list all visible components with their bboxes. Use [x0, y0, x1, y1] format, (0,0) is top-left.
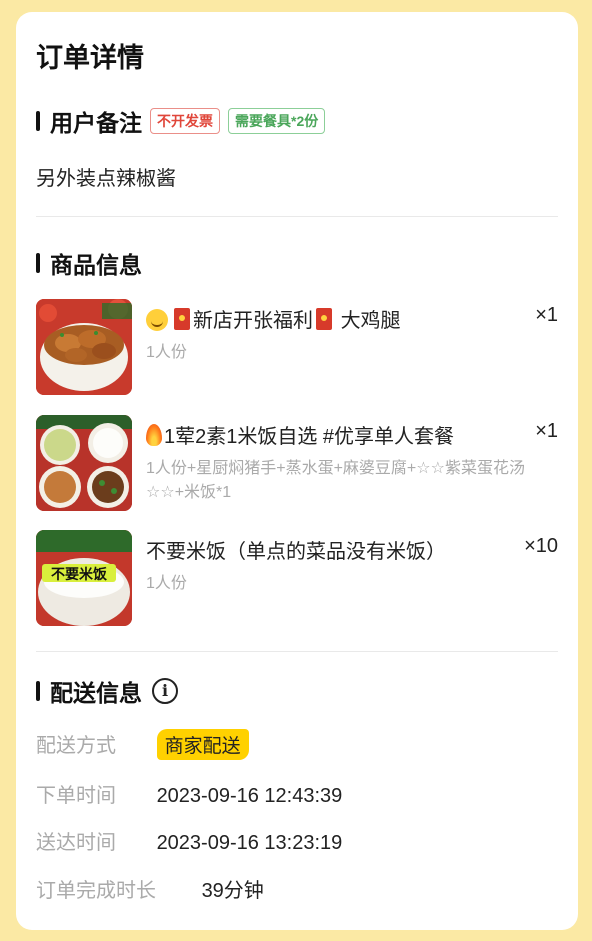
goods-item[interactable]: 1荤2素1米饭自选 #优享单人套餐 ×1 1人份+星厨焖猪手+蒸水蛋+麻婆豆腐+…: [36, 415, 558, 511]
no-rice-label: 不要米饭: [51, 566, 108, 582]
row-label: 送达时间: [36, 832, 116, 854]
goods-section-title: 商品信息: [50, 252, 142, 278]
section-bar: [36, 253, 40, 273]
tableware-tag: 需要餐具*2份: [228, 108, 326, 134]
goods-item-name: 不要米饭（单点的菜品没有米饭）: [146, 541, 446, 563]
remark-text: 另外装点辣椒酱: [36, 168, 176, 190]
delivery-method-badge: 商家配送: [156, 729, 249, 760]
order-detail-card: 订单详情 用户备注 不开发票 需要餐具*2份 另外装点辣椒酱 商品信息 新店开张…: [16, 12, 578, 930]
goods-item-qty: ×1: [535, 420, 558, 442]
goods-item[interactable]: 新店开张福利 大鸡腿 ×1 1人份: [36, 299, 558, 395]
delivery-section-header: 配送信息 i: [36, 674, 178, 708]
page-title: 订单详情: [36, 43, 144, 73]
drumstick-thumbnail: [36, 299, 132, 395]
delivery-section-title: 配送信息: [50, 680, 142, 706]
goods-item-spec: 1人份+星厨焖猪手+蒸水蛋+麻婆豆腐+☆☆紫菜蛋花汤☆☆+米饭*1: [146, 460, 525, 501]
info-icon[interactable]: i: [152, 678, 178, 704]
no-invoice-tag: 不开发票: [150, 108, 220, 134]
goods-item-spec: 1人份: [146, 344, 187, 361]
divider: [36, 216, 558, 217]
red-envelope-icon: [174, 308, 190, 330]
smile-emoji-icon: [146, 309, 168, 331]
row-label: 订单完成时长: [36, 880, 156, 902]
fire-emoji-icon: [146, 424, 162, 446]
goods-item-name: 新店开张福利 大鸡腿: [146, 304, 401, 333]
order-time-value: 2023-09-16 12:43:39: [156, 785, 343, 807]
completion-duration-value: 39分钟: [201, 880, 264, 902]
rice-bowl-thumbnail: 不要米饭: [36, 530, 132, 626]
goods-item-qty: ×1: [535, 304, 558, 326]
row-label: 下单时间: [36, 785, 116, 807]
goods-item-qty: ×10: [524, 535, 558, 557]
red-envelope-icon: [316, 308, 332, 330]
set-meal-thumbnail: [36, 415, 132, 511]
delivered-time-value: 2023-09-16 13:23:19: [156, 832, 343, 854]
goods-item[interactable]: 不要米饭 不要米饭（单点的菜品没有米饭） ×10 1人份: [36, 530, 558, 626]
divider: [36, 651, 558, 652]
remark-section-header: 用户备注 不开发票 需要餐具*2份: [36, 104, 326, 138]
remark-section-title: 用户备注: [50, 110, 142, 136]
section-bar: [36, 681, 40, 701]
section-bar: [36, 111, 40, 131]
row-label: 配送方式: [36, 735, 116, 757]
delivered-time-row: 送达时间 2023-09-16 13:23:19: [36, 826, 342, 855]
goods-item-name: 1荤2素1米饭自选 #优享单人套餐: [146, 420, 454, 449]
delivery-method-row: 配送方式 商家配送: [36, 729, 249, 760]
goods-section-header: 商品信息: [36, 246, 142, 280]
order-time-row: 下单时间 2023-09-16 12:43:39: [36, 779, 342, 808]
completion-duration-row: 订单完成时长 39分钟: [36, 874, 264, 903]
goods-item-spec: 1人份: [146, 575, 187, 592]
